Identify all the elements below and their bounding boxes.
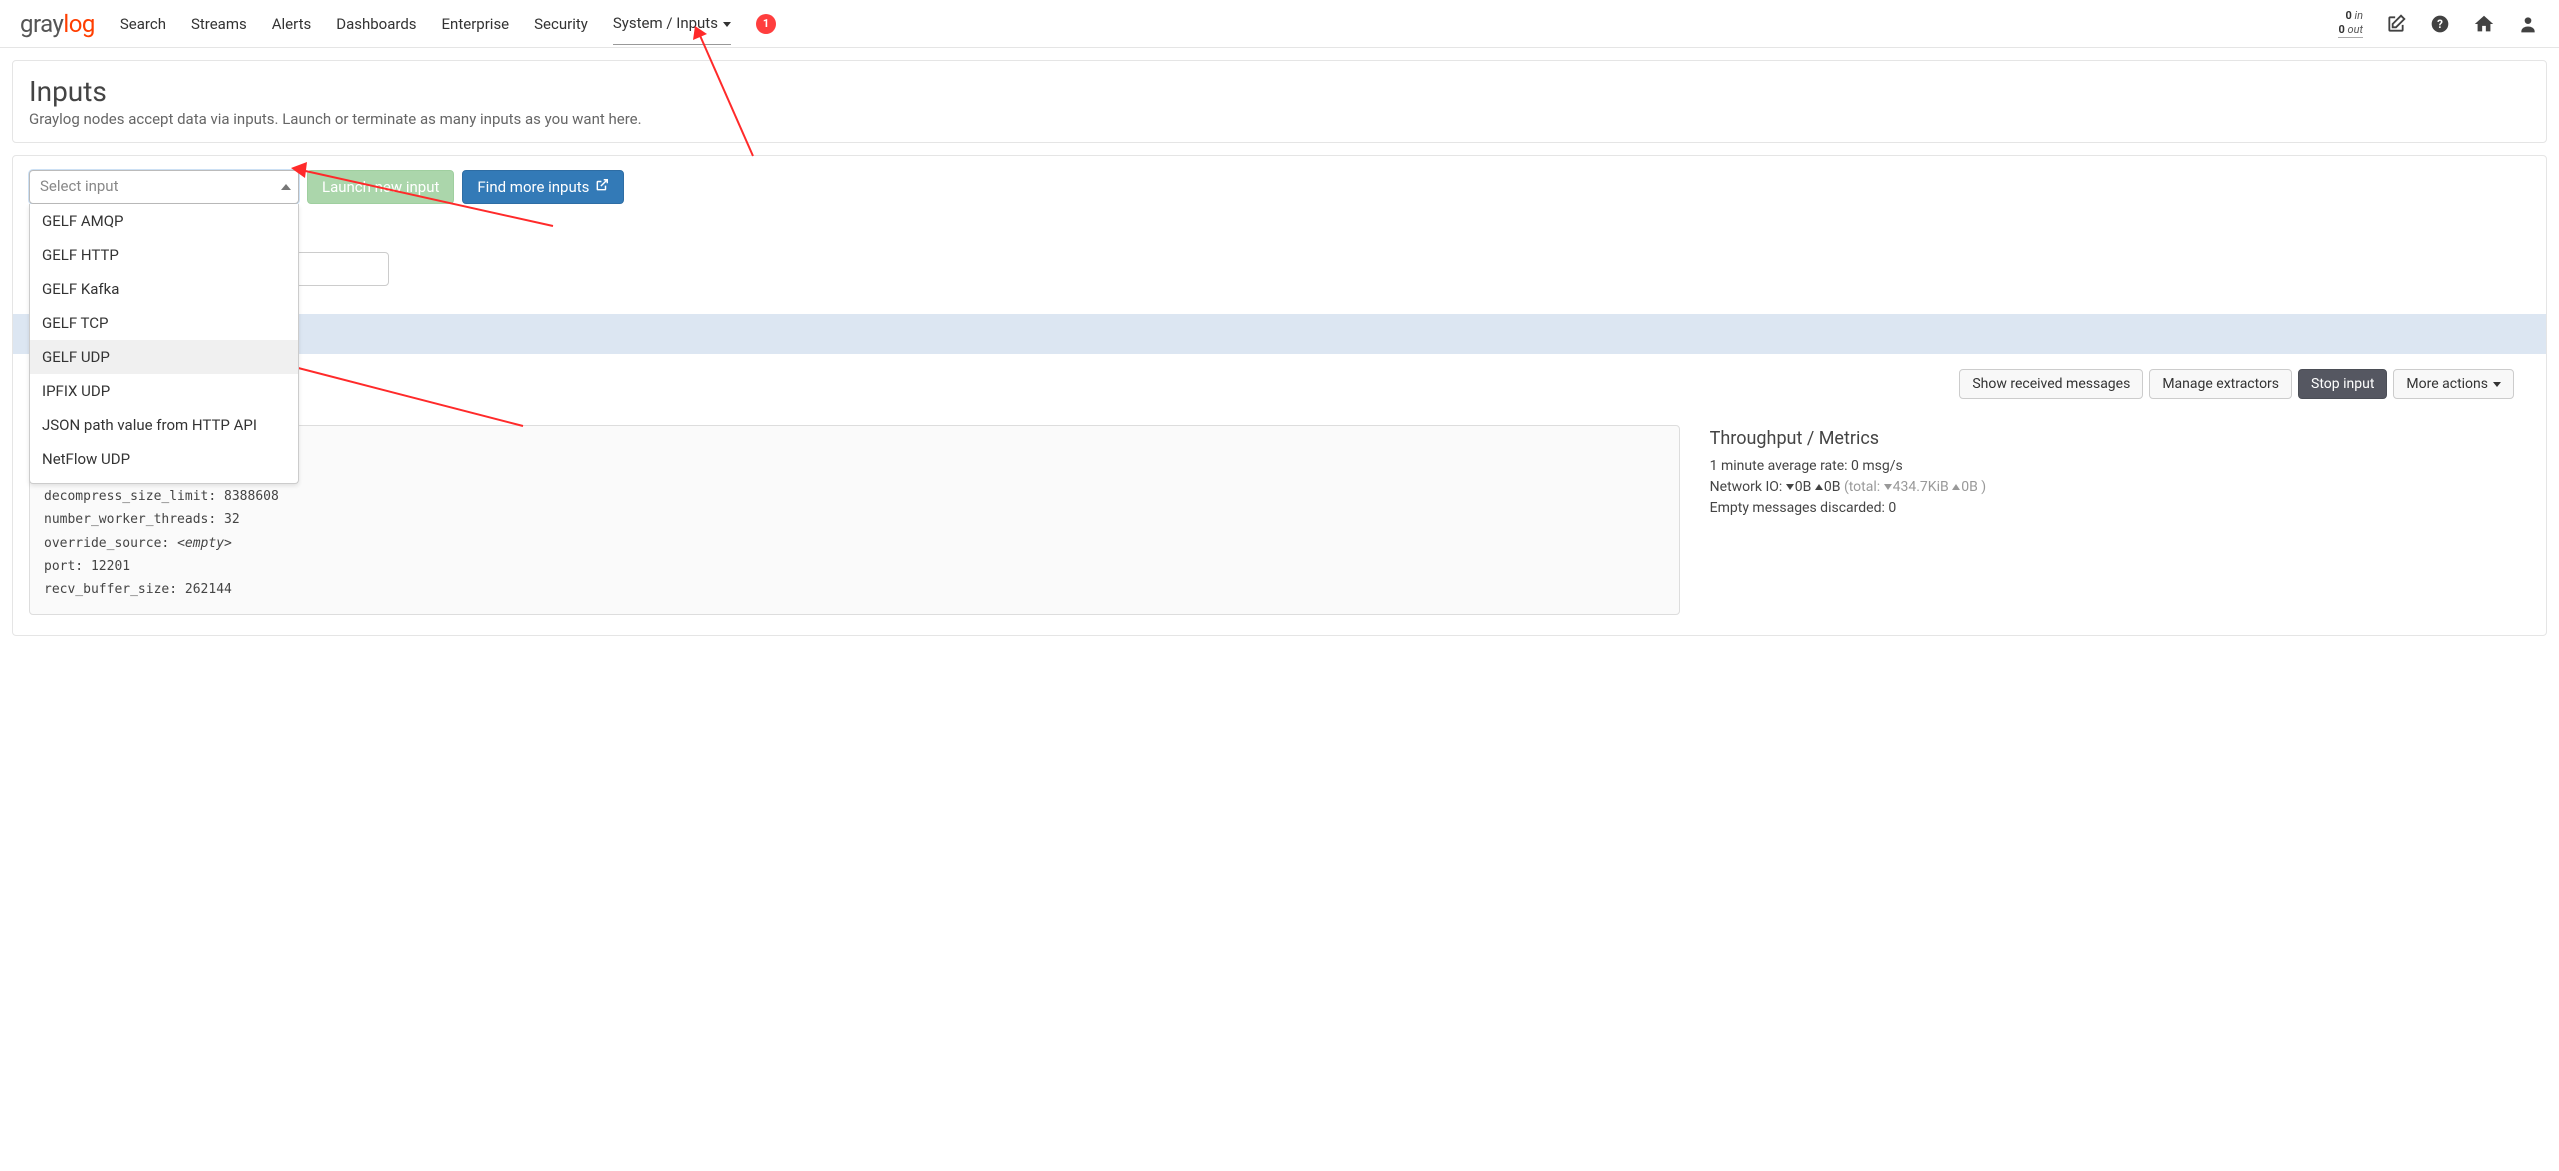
show-received-messages-button[interactable]: Show received messages (1959, 369, 2143, 399)
manage-extractors-button[interactable]: Manage extractors (2149, 369, 2292, 399)
metrics-title: Throughput / Metrics (1710, 425, 2530, 452)
network-io: Network IO: 0B 0B (total: 434.7KiB 0B ) (1710, 477, 2530, 498)
svg-text:?: ? (2437, 17, 2443, 31)
notification-badge[interactable]: 1 (756, 14, 776, 34)
local-inputs-band (13, 314, 2546, 354)
dropdown-option[interactable]: GELF TCP (30, 306, 298, 340)
dropdown-option[interactable]: GELF Kafka (30, 272, 298, 306)
dropdown-option[interactable]: Palo Alto Networks TCP (PAN-OS v8.x) (30, 476, 298, 484)
more-actions-button[interactable]: More actions (2393, 369, 2514, 399)
find-more-inputs-button[interactable]: Find more inputs (462, 170, 624, 204)
empty-messages: Empty messages discarded: 0 (1710, 498, 2530, 519)
select-input-box[interactable]: Select input (29, 170, 299, 204)
nav-search[interactable]: Search (120, 3, 166, 45)
dropdown-option[interactable]: GELF UDP (30, 340, 298, 374)
avg-rate: 1 minute average rate: 0 msg/s (1710, 456, 2530, 477)
nav-alerts[interactable]: Alerts (272, 3, 312, 45)
edit-icon[interactable] (2385, 13, 2407, 35)
dropdown-option[interactable]: IPFIX UDP (30, 374, 298, 408)
stop-input-button[interactable]: Stop input (2298, 369, 2387, 399)
input-type-dropdown: GELF AMQP GELF HTTP GELF Kafka GELF TCP … (29, 204, 299, 484)
dropdown-scroll[interactable]: GELF AMQP GELF HTTP GELF Kafka GELF TCP … (30, 204, 298, 484)
nav-security[interactable]: Security (534, 3, 588, 45)
help-icon[interactable]: ? (2429, 13, 2451, 35)
node-filter (29, 252, 2530, 286)
nav-streams[interactable]: Streams (191, 3, 247, 45)
chevron-up-icon (281, 184, 291, 190)
dropdown-option[interactable]: GELF AMQP (30, 204, 298, 238)
dropdown-option[interactable]: JSON path value from HTTP API (30, 408, 298, 442)
page-title: Inputs (29, 75, 2530, 108)
page-subtitle: Graylog nodes accept data via inputs. La… (29, 110, 2530, 128)
nav-dashboards[interactable]: Dashboards (336, 3, 416, 45)
user-icon[interactable] (2517, 13, 2539, 35)
launch-new-input-button[interactable]: Launch new input (307, 170, 454, 204)
external-link-icon (595, 178, 609, 196)
nav-system-inputs[interactable]: System / Inputs (613, 2, 731, 45)
top-navbar: graylog Search Streams Alerts Dashboards… (0, 0, 2559, 48)
inputs-panel: Select input Launch new input Find more … (12, 155, 2547, 636)
nav-enterprise[interactable]: Enterprise (442, 3, 510, 45)
input-type-select[interactable]: Select input (29, 170, 299, 204)
throughput-indicator: 0 in 0 out (2338, 9, 2363, 37)
dropdown-option[interactable]: NetFlow UDP (30, 442, 298, 476)
logo: graylog (20, 10, 95, 38)
page-header-panel: Inputs Graylog nodes accept data via inp… (12, 60, 2547, 143)
input-actions: Show received messages Manage extractors… (1959, 369, 2514, 399)
throughput-metrics: Throughput / Metrics 1 minute average ra… (1710, 425, 2530, 519)
dropdown-option[interactable]: GELF HTTP (30, 238, 298, 272)
home-icon[interactable] (2473, 13, 2495, 35)
